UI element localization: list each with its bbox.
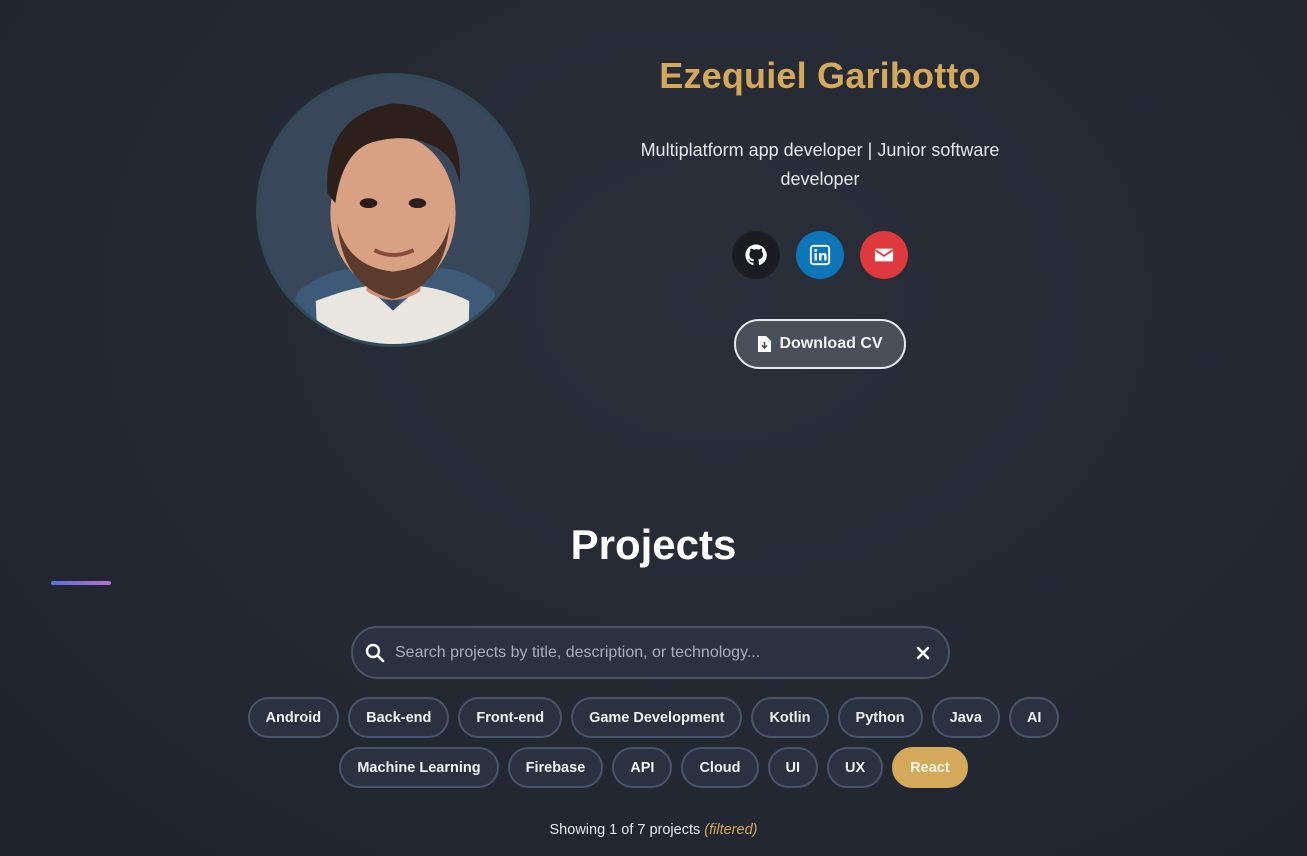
filter-tag-machine-learning[interactable]: Machine Learning [339,747,499,788]
filter-tag-kotlin[interactable]: Kotlin [751,697,829,738]
projects-title: Projects [570,521,737,568]
social-links [600,231,1040,279]
github-icon [745,244,767,266]
search-input[interactable] [395,643,916,662]
project-search-bar [351,626,950,679]
profile-avatar [256,73,530,347]
filter-tags-row-2: Machine Learning Firebase API Cloud UI UX Reac… [0,747,1307,788]
results-count: Showing 1 of 7 projects (filtered) [0,822,1307,838]
filter-tag-react[interactable]: React [892,747,968,788]
filter-tag-android[interactable]: Android [247,697,340,738]
filter-tag-python[interactable]: Python [837,697,923,738]
linkedin-icon [809,244,831,266]
github-link[interactable] [732,231,780,279]
accent-underline [51,581,111,585]
profile-photo [259,76,527,344]
filter-tag-api[interactable]: API [612,747,673,788]
filter-tag-front-end[interactable]: Front-end [458,697,563,738]
filter-tag-cloud[interactable]: Cloud [681,747,759,788]
profile-tagline: Multiplatform app developer | Junior sof… [640,140,1000,189]
linkedin-link[interactable] [796,231,844,279]
search-icon [365,643,385,662]
download-cv-button[interactable]: Download CV [734,319,906,369]
filter-tag-ux[interactable]: UX [827,747,884,788]
filter-tag-ai[interactable]: AI [1008,697,1060,738]
email-link[interactable] [860,231,908,279]
close-icon[interactable] [916,646,930,660]
envelope-icon [874,248,894,262]
filter-tags-row-1: Android Back-end Front-end Game Development… [0,697,1307,738]
file-download-icon [758,336,772,352]
results-count-text: Showing 1 of 7 projects [549,822,701,838]
download-cv-label: Download CV [779,335,883,352]
hero-section: Ezequiel Garibotto Multiplatform app dev… [600,56,1040,369]
filter-tag-firebase[interactable]: Firebase [507,747,604,788]
profile-name: Ezequiel Garibotto [659,55,981,96]
filter-tag-ui[interactable]: UI [767,747,819,788]
filtered-note: (filtered) [704,822,758,838]
filter-tag-java[interactable]: Java [931,697,1000,738]
filter-tag-game-development[interactable]: Game Development [571,697,743,738]
filter-tag-back-end[interactable]: Back-end [348,697,450,738]
